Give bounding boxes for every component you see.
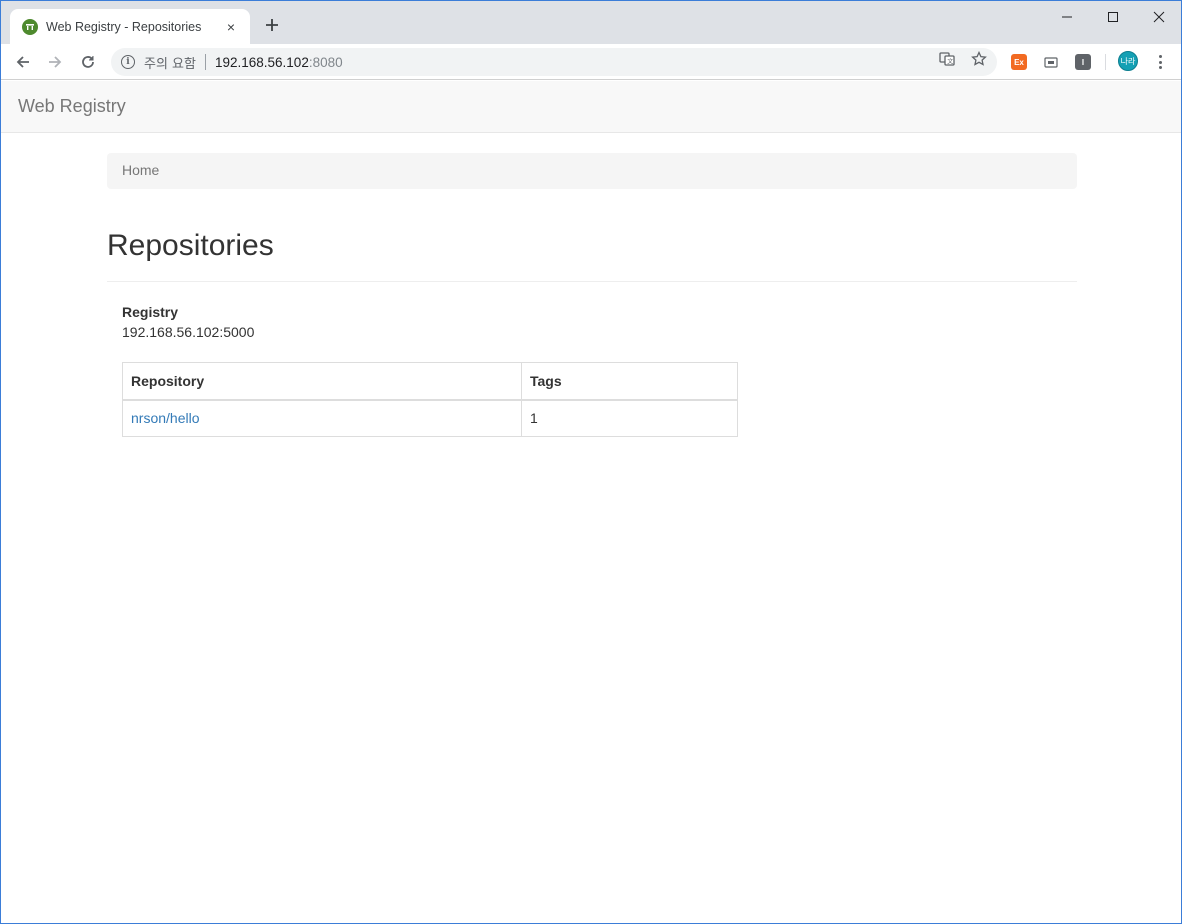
- forward-button[interactable]: [42, 49, 68, 75]
- table-header-row: Repository Tags: [122, 362, 738, 401]
- column-header-tags: Tags: [521, 362, 738, 401]
- reload-button[interactable]: [75, 49, 101, 75]
- security-warning[interactable]: 주의 요함: [144, 53, 196, 72]
- repositories-table: Repository Tags nrson/hello 1: [122, 362, 738, 437]
- tags-cell: 1: [521, 399, 738, 437]
- plus-icon: [266, 19, 278, 31]
- translate-icon: 文: [939, 52, 955, 66]
- close-icon: [1153, 11, 1165, 23]
- navbar: Web Registry: [1, 81, 1181, 133]
- kebab-menu-icon[interactable]: [1151, 52, 1169, 72]
- page-title: Repositories: [107, 229, 274, 262]
- extension-i-icon[interactable]: I: [1075, 54, 1091, 70]
- address-separator: [204, 54, 206, 70]
- tab-title: Web Registry - Repositories: [46, 19, 202, 34]
- info-icon[interactable]: i: [121, 55, 135, 69]
- forward-arrow-icon: [49, 56, 62, 68]
- url-port[interactable]: :8080: [309, 55, 343, 70]
- toolbar-divider: [1105, 54, 1106, 70]
- bookmark-button[interactable]: [970, 50, 988, 68]
- star-icon: [971, 51, 987, 66]
- back-button[interactable]: [10, 49, 36, 75]
- breadcrumb-home[interactable]: Home: [122, 162, 159, 178]
- maximize-icon: [1108, 12, 1118, 22]
- browser-toolbar: i 주의 요함 192.168.56.102:8080 文 Ex I 나라: [1, 44, 1181, 80]
- registry-label: Registry: [122, 304, 179, 320]
- back-arrow-icon: [16, 56, 29, 68]
- registry-favicon-icon: [22, 18, 38, 35]
- close-window-button[interactable]: [1136, 1, 1181, 33]
- navbar-brand[interactable]: Web Registry: [18, 96, 126, 117]
- minimize-button[interactable]: [1044, 1, 1090, 33]
- cast-icon: [1044, 57, 1058, 68]
- cast-button[interactable]: [1043, 54, 1059, 70]
- browser-window: Web Registry - Repositories × i 주의 요함 19…: [0, 0, 1182, 924]
- extension-orange-icon[interactable]: Ex: [1011, 54, 1027, 70]
- breadcrumb: Home: [107, 153, 1077, 189]
- tab-close-icon[interactable]: ×: [222, 19, 240, 35]
- table-row: nrson/hello 1: [122, 399, 738, 437]
- registry-value: 192.168.56.102:5000: [122, 324, 255, 340]
- profile-avatar[interactable]: 나라: [1118, 51, 1138, 71]
- tab-strip: Web Registry - Repositories ×: [1, 1, 1181, 44]
- column-header-repository: Repository: [122, 362, 522, 401]
- header-divider: [107, 281, 1077, 282]
- url-host[interactable]: 192.168.56.102: [215, 55, 309, 70]
- minimize-icon: [1062, 16, 1072, 18]
- new-tab-button[interactable]: [262, 15, 282, 35]
- repository-link[interactable]: nrson/hello: [131, 410, 200, 426]
- page-content: Web Registry Home Repositories Registry …: [1, 81, 1181, 923]
- address-bar[interactable]: i 주의 요함 192.168.56.102:8080: [111, 48, 997, 76]
- repository-cell: nrson/hello: [122, 399, 522, 437]
- reload-icon: [82, 56, 94, 68]
- svg-text:文: 文: [947, 58, 953, 66]
- tab-web-registry[interactable]: Web Registry - Repositories ×: [10, 9, 250, 44]
- maximize-button[interactable]: [1090, 1, 1136, 33]
- translate-button[interactable]: 文: [938, 50, 956, 68]
